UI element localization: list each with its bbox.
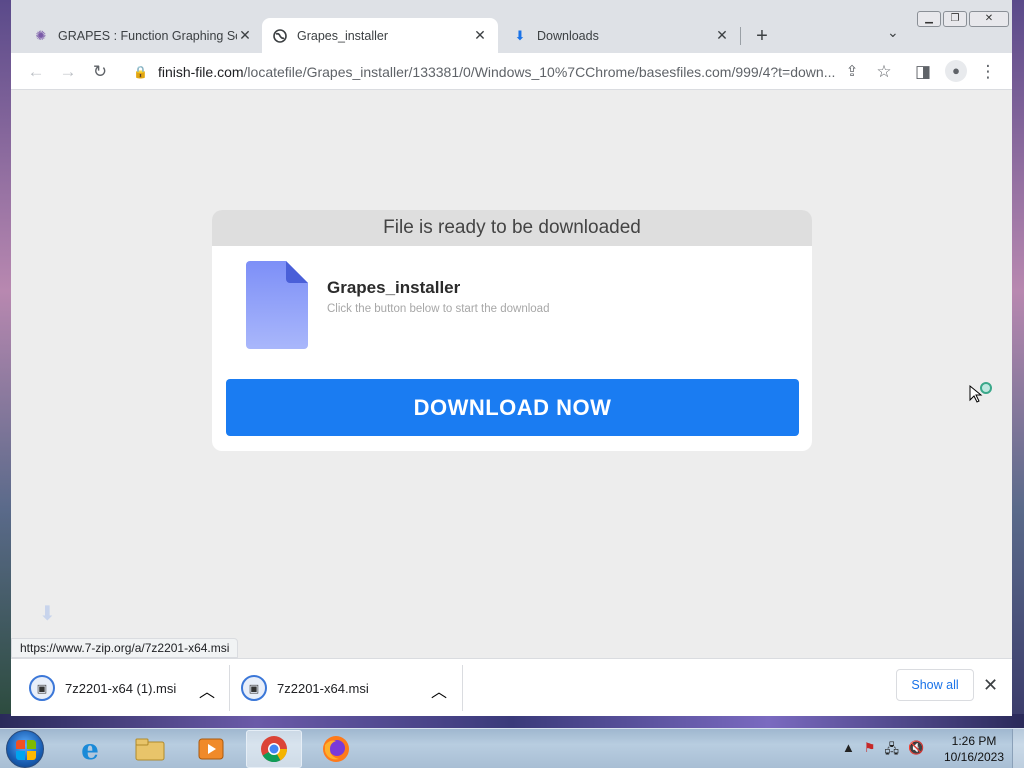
grapes-icon: ✺ — [35, 27, 47, 43]
download-shelf: ▣ 7z2201-x64 (1).msi ︿ ▣ 7z2201-x64.msi … — [11, 658, 1012, 716]
network-icon[interactable]: 🖧 — [885, 740, 900, 762]
divider — [229, 665, 230, 711]
menu-kebab-icon[interactable]: ⋮ — [977, 61, 999, 83]
tab-strip: ✺ GRAPES : Function Graphing Soft ✕ Grap… — [11, 0, 1012, 53]
msi-file-icon: ▣ — [241, 675, 267, 701]
tab-search-chevron-icon[interactable]: ⌄ — [887, 24, 899, 41]
bookmark-star-icon[interactable]: ☆ — [873, 61, 895, 83]
internet-explorer-icon[interactable]: e — [62, 730, 118, 768]
download-arrow-icon: ⬇ — [39, 603, 56, 625]
status-bar-link: https://www.7-zip.org/a/7z2201-x64.msi — [11, 638, 239, 658]
start-button[interactable] — [6, 730, 44, 768]
back-arrow-icon[interactable]: ← — [25, 61, 47, 83]
close-icon[interactable]: ✕ — [983, 675, 998, 696]
tab-title: GRAPES : Function Graphing Soft — [58, 28, 237, 43]
close-icon[interactable]: ✕ — [714, 27, 730, 44]
firefox-icon[interactable] — [308, 730, 364, 768]
browser-window: ✺ GRAPES : Function Graphing Soft ✕ Grap… — [11, 0, 1012, 716]
file-name: Grapes_installer — [327, 278, 461, 297]
tab-title: Grapes_installer — [297, 28, 389, 43]
reload-icon[interactable]: ↻ — [89, 61, 111, 83]
page-content: File is ready to be downloaded Grapes_in… — [11, 90, 1012, 658]
close-icon[interactable]: ✕ — [472, 27, 488, 44]
media-player-icon[interactable] — [183, 730, 239, 768]
file-icon — [246, 261, 308, 349]
busy-cursor-icon — [969, 382, 992, 403]
window-controls: ▁ ❐ ✕ — [917, 11, 1009, 27]
chrome-icon[interactable] — [246, 730, 302, 768]
download-now-button[interactable]: DOWNLOAD NOW — [226, 379, 799, 436]
profile-avatar-icon[interactable]: ● — [945, 60, 967, 82]
browser-toolbar: ← → ↻ 🔒 finish-file.com/locatefile/Grape… — [11, 53, 1012, 90]
clock[interactable]: 1:26 PM 10/16/2023 — [940, 733, 1008, 765]
clock-time: 1:26 PM — [951, 734, 997, 748]
desktop-right-edge — [1012, 0, 1024, 728]
taskbar: e ▲ ⚑ 🖧 🔇 1:26 PM 10/16/2023 — [0, 728, 1024, 768]
tab-title: Downloads — [537, 28, 599, 43]
tab-grapes-site[interactable]: ✺ GRAPES : Function Graphing Soft ✕ — [23, 18, 263, 53]
action-center-icon[interactable]: ⚑ — [864, 740, 876, 762]
divider — [462, 665, 463, 711]
download-card: File is ready to be downloaded Grapes_in… — [212, 210, 812, 451]
volume-muted-icon[interactable]: 🔇 — [908, 740, 924, 762]
download-item[interactable]: ▣ 7z2201-x64 (1).msi — [29, 659, 176, 717]
show-all-button[interactable]: Show all — [896, 669, 974, 701]
card-header: File is ready to be downloaded — [212, 210, 812, 246]
globe-icon — [272, 28, 288, 44]
tab-separator — [740, 27, 741, 45]
forward-arrow-icon[interactable]: → — [57, 61, 79, 83]
window-close-button[interactable]: ✕ — [969, 11, 1009, 27]
url-text: finish-file.com/locatefile/Grapes_instal… — [157, 63, 836, 80]
new-tab-button[interactable]: + — [751, 25, 773, 48]
close-icon[interactable]: ✕ — [237, 27, 253, 44]
desktop-left-edge — [0, 0, 11, 728]
file-explorer-icon[interactable] — [122, 730, 178, 768]
msi-file-icon: ▣ — [29, 675, 55, 701]
download-file-name: 7z2201-x64.msi — [277, 680, 369, 696]
maximize-button[interactable]: ❐ — [943, 11, 967, 27]
download-item[interactable]: ▣ 7z2201-x64.msi — [241, 659, 369, 717]
system-tray: ▲ ⚑ 🖧 🔇 — [842, 740, 924, 762]
address-bar[interactable]: 🔒 finish-file.com/locatefile/Grapes_inst… — [121, 57, 871, 86]
windows-logo-icon — [16, 740, 36, 760]
lock-icon: 🔒 — [133, 64, 148, 79]
clock-date: 10/16/2023 — [943, 750, 1005, 764]
minimize-button[interactable]: ▁ — [917, 11, 941, 27]
show-desktop-button[interactable] — [1012, 729, 1024, 768]
tab-grapes-installer[interactable]: Grapes_installer ✕ — [262, 18, 498, 53]
download-file-name: 7z2201-x64 (1).msi — [65, 680, 177, 696]
download-hint: Click the button below to start the down… — [327, 303, 550, 315]
chevron-up-icon[interactable]: ︿ — [199, 678, 215, 702]
chevron-up-icon[interactable]: ︿ — [431, 678, 447, 702]
side-panel-icon[interactable]: ◨ — [912, 61, 934, 83]
download-icon: ⬇ — [514, 27, 526, 43]
tab-downloads[interactable]: ⬇ Downloads ✕ — [502, 18, 740, 53]
show-hidden-icons-icon[interactable]: ▲ — [842, 740, 855, 762]
share-icon[interactable]: ⇪ — [841, 61, 863, 83]
